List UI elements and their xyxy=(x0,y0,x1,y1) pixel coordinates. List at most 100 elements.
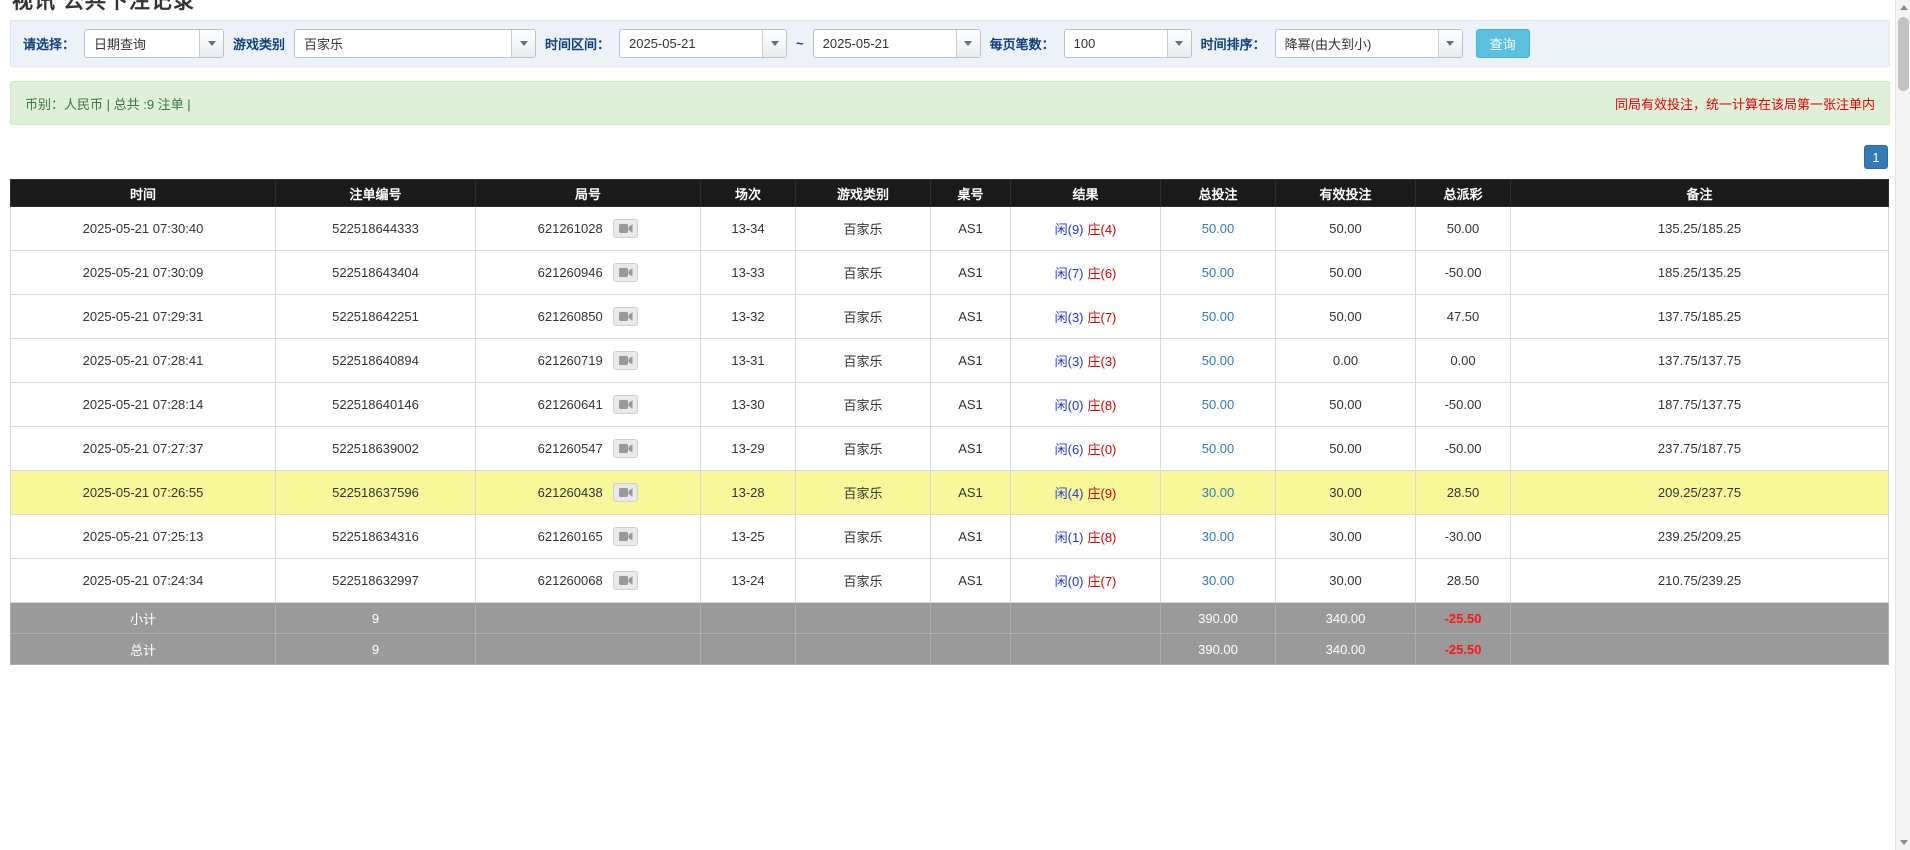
cell-valid-bet: 50.00 xyxy=(1276,383,1416,427)
page-title: 视讯 公共下注记录 xyxy=(12,0,1890,11)
cell-table-no: AS1 xyxy=(931,515,1011,559)
cell-game-type: 百家乐 xyxy=(796,207,931,251)
cell-result: 闲(0) 庄(8) xyxy=(1011,383,1161,427)
cell-result: 闲(0)庄(7) xyxy=(1011,559,1161,603)
game-type-input[interactable] xyxy=(295,30,511,57)
total-bet-link[interactable]: 50.00 xyxy=(1202,353,1235,368)
cell-round: 621260946 xyxy=(476,251,701,295)
cell-bet-id: 522518642251 xyxy=(276,295,476,339)
cell-total-bet: 30.00 xyxy=(1161,515,1276,559)
cell-session: 13-25 xyxy=(701,515,796,559)
total-bet-link[interactable]: 30.00 xyxy=(1202,485,1235,500)
bet-record-row: 2025-05-21 07:24:34 522518632997 6212600… xyxy=(11,559,1889,603)
video-camera-icon xyxy=(619,487,633,498)
total-bet-link[interactable]: 50.00 xyxy=(1202,221,1235,236)
cell-bet-id: 522518639002 xyxy=(276,427,476,471)
date-to-dropdown[interactable] xyxy=(813,29,981,58)
cell-note: 185.25/135.25 xyxy=(1511,251,1889,295)
date-to-dropdown-arrow[interactable] xyxy=(956,30,980,57)
video-replay-button[interactable] xyxy=(613,527,638,546)
result-banker: 庄(6) xyxy=(1088,266,1117,281)
cell-payout: 28.50 xyxy=(1416,559,1511,603)
round-number: 621260547 xyxy=(538,441,603,456)
pagination-page-1-button[interactable]: 1 xyxy=(1864,145,1888,169)
video-replay-button[interactable] xyxy=(613,483,638,502)
cell-game-type: 百家乐 xyxy=(796,295,931,339)
time-sort-dropdown-arrow[interactable] xyxy=(1438,30,1462,57)
time-sort-input[interactable] xyxy=(1276,30,1438,57)
result-player: 闲(1) xyxy=(1055,530,1084,545)
cell-valid-bet: 50.00 xyxy=(1276,427,1416,471)
query-mode-dropdown[interactable] xyxy=(84,29,224,58)
bet-record-row: 2025-05-21 07:30:09 522518643404 6212609… xyxy=(11,251,1889,295)
cell-game-type: 百家乐 xyxy=(796,339,931,383)
vertical-scrollbar[interactable] xyxy=(1895,0,1910,850)
video-replay-button[interactable] xyxy=(613,395,638,414)
query-mode-input[interactable] xyxy=(85,30,199,57)
cell-round: 621260719 xyxy=(476,339,701,383)
video-replay-button[interactable] xyxy=(613,307,638,326)
total-bet-link[interactable]: 50.00 xyxy=(1202,441,1235,456)
scrollbar-thumb[interactable] xyxy=(1898,17,1909,91)
bet-record-row: 2025-05-21 07:29:31 522518642251 6212608… xyxy=(11,295,1889,339)
game-type-dropdown[interactable] xyxy=(294,29,536,58)
cell-time: 2025-05-21 07:26:55 xyxy=(11,471,276,515)
scrollbar-up-arrow[interactable] xyxy=(1896,0,1910,15)
cell-bet-id: 522518644333 xyxy=(276,207,476,251)
column-header: 总派彩 xyxy=(1416,180,1511,207)
cell-total-bet: 50.00 xyxy=(1161,383,1276,427)
total-bet-link[interactable]: 30.00 xyxy=(1202,573,1235,588)
cell-result: 闲(3)庄(7) xyxy=(1011,295,1161,339)
total-bet-link[interactable]: 30.00 xyxy=(1202,529,1235,544)
result-banker: 庄(0) xyxy=(1088,442,1117,457)
bet-record-row: 2025-05-21 07:30:40 522518644333 6212610… xyxy=(11,207,1889,251)
round-number: 621260165 xyxy=(538,529,603,544)
result-banker: 庄(8) xyxy=(1088,530,1117,545)
result-banker: 庄(8) xyxy=(1088,398,1117,413)
date-from-dropdown[interactable] xyxy=(619,29,787,58)
search-button[interactable]: 查询 xyxy=(1476,29,1530,58)
column-header: 备注 xyxy=(1511,180,1889,207)
subtotal-label: 小计 xyxy=(11,603,276,634)
page-size-dropdown[interactable] xyxy=(1064,29,1192,58)
video-camera-icon xyxy=(619,311,633,322)
page-size-dropdown-arrow[interactable] xyxy=(1167,30,1191,57)
time-sort-dropdown[interactable] xyxy=(1275,29,1463,58)
video-replay-button[interactable] xyxy=(613,351,638,370)
cell-payout: 0.00 xyxy=(1416,339,1511,383)
total-bet-link[interactable]: 50.00 xyxy=(1202,397,1235,412)
page-title-text: 视讯 公共下注记录 xyxy=(12,0,1890,11)
video-replay-button[interactable] xyxy=(613,263,638,282)
date-to-input[interactable] xyxy=(814,30,956,57)
video-replay-button[interactable] xyxy=(613,571,638,590)
game-type-dropdown-arrow[interactable] xyxy=(511,30,535,57)
result-banker: 庄(7) xyxy=(1088,574,1117,589)
pagination: 1 xyxy=(10,145,1888,169)
total-bet-link[interactable]: 50.00 xyxy=(1202,265,1235,280)
grand-total-empty-cell xyxy=(476,634,701,665)
result-player: 闲(0) xyxy=(1055,398,1084,413)
table-header-row: 时间注单编号局号场次游戏类别桌号结果总投注有效投注总派彩备注 xyxy=(11,180,1889,207)
cell-time: 2025-05-21 07:29:31 xyxy=(11,295,276,339)
cell-total-bet: 50.00 xyxy=(1161,427,1276,471)
query-mode-dropdown-arrow[interactable] xyxy=(199,30,223,57)
cell-bet-id: 522518640146 xyxy=(276,383,476,427)
video-camera-icon xyxy=(619,355,633,366)
grand-total-label: 总计 xyxy=(11,634,276,665)
page-size-input[interactable] xyxy=(1065,30,1167,57)
date-from-input[interactable] xyxy=(620,30,762,57)
video-camera-icon xyxy=(619,443,633,454)
subtotal-count: 9 xyxy=(276,603,476,634)
date-from-dropdown-arrow[interactable] xyxy=(762,30,786,57)
round-number: 621260719 xyxy=(538,353,603,368)
cell-session: 13-31 xyxy=(701,339,796,383)
cell-session: 13-24 xyxy=(701,559,796,603)
scrollbar-down-arrow[interactable] xyxy=(1896,835,1910,850)
grand-total-total-bet: 390.00 xyxy=(1161,634,1276,665)
bet-record-row: 2025-05-21 07:27:37 522518639002 6212605… xyxy=(11,427,1889,471)
video-replay-button[interactable] xyxy=(613,439,638,458)
cell-payout: -50.00 xyxy=(1416,427,1511,471)
total-bet-link[interactable]: 50.00 xyxy=(1202,309,1235,324)
cell-time: 2025-05-21 07:28:41 xyxy=(11,339,276,383)
video-replay-button[interactable] xyxy=(613,219,638,238)
